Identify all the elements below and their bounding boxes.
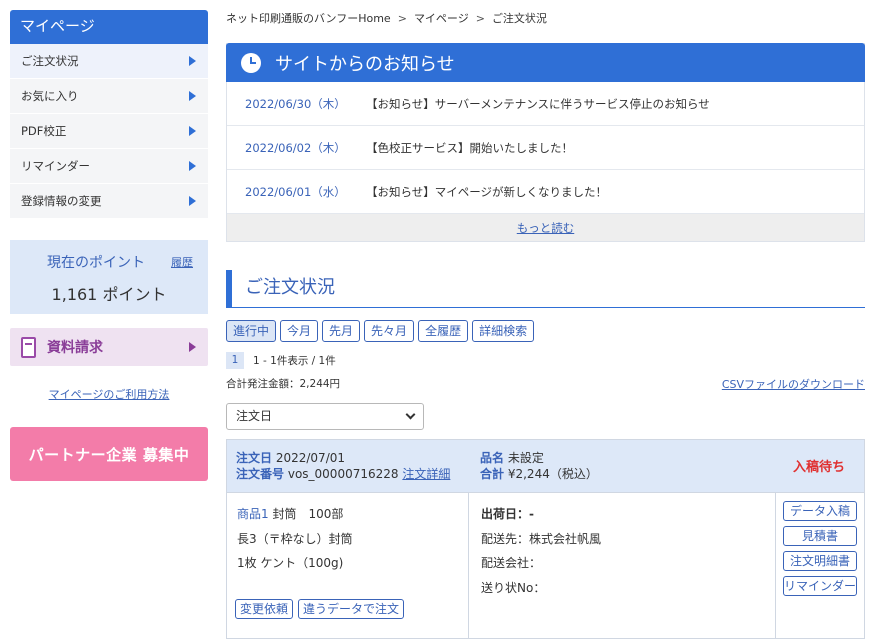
news-item[interactable]: 2022/06/01（水） 【お知らせ】マイページが新しくなりました！ (227, 170, 864, 214)
document-icon (21, 336, 36, 358)
order-number-label: 注文番号 (236, 467, 285, 481)
document-request-button[interactable]: 資料請求 (10, 328, 208, 366)
sidebar-item-label: PDF校正 (21, 124, 67, 138)
points-panel: 現在のポイント 履歴 1,161 ポイント (10, 240, 208, 314)
sort-select-value: 注文日 (236, 409, 273, 423)
filter-in-progress[interactable]: 進行中 (226, 320, 277, 342)
filter-this-month[interactable]: 今月 (280, 320, 319, 342)
order-sum-label: 合計 (480, 467, 505, 481)
filter-last-month[interactable]: 先月 (322, 320, 361, 342)
news-more-link[interactable]: もっと読む (227, 214, 864, 241)
tracking-number: 送り状No： (481, 580, 546, 595)
partner-recruit-banner[interactable]: パートナー企業 募集中 (10, 427, 208, 481)
change-request-button[interactable]: 変更依頼 (235, 599, 294, 619)
order-sum: ¥2,244（税込） (507, 467, 598, 481)
order-item-details: 商品1 封筒 100部 長3（〒枠なし）封筒 1枚 ケント（100g) 変更依頼… (227, 493, 469, 638)
sidebar-item-label: ご注文状況 (21, 54, 79, 68)
order-total-amount: 合計発注金額：2,244円 (226, 378, 341, 390)
news-text: 【お知らせ】サーバーメンテナンスに伴うサービス停止のお知らせ (366, 96, 710, 111)
news-header: サイトからのお知らせ (226, 43, 865, 82)
item-line-3: 1枚 ケント（100g) (237, 556, 344, 570)
order-actions: データ入稿 見積書 注文明細書 リマインダー (776, 493, 864, 638)
breadcrumb: ネット印刷通販のバンフーHome > マイページ > ご注文状況 (226, 10, 547, 26)
breadcrumb-separator: > (475, 12, 485, 25)
news-item[interactable]: 2022/06/30（木） 【お知らせ】サーバーメンテナンスに伴うサービス停止の… (227, 82, 864, 126)
breadcrumb-current: ご注文状況 (491, 12, 547, 25)
shipping-details: 出荷日：- 配送先：株式会社帆風 配送会社： 送り状No： (469, 493, 776, 638)
breadcrumb-mypage-link[interactable]: マイページ (414, 12, 469, 25)
document-request-label: 資料請求 (47, 340, 103, 356)
ship-date: 出荷日：- (481, 507, 534, 521)
filter-advanced-search[interactable]: 詳細検索 (472, 320, 535, 342)
sidebar-item-pdf-proof[interactable]: PDF校正 (10, 114, 208, 149)
clock-icon (241, 52, 261, 73)
breadcrumb-separator: > (397, 12, 407, 25)
chevron-down-icon (405, 409, 416, 420)
sidebar-item-label: リマインダー (21, 159, 90, 173)
sidebar-item-label: 登録情報の変更 (21, 194, 102, 208)
order-date: 2022/07/01 (275, 451, 346, 465)
points-value: 1,161 ポイント (51, 285, 167, 304)
order-body: 商品1 封筒 100部 長3（〒枠なし）封筒 1枚 ケント（100g) 変更依頼… (227, 493, 864, 638)
order-card: 注文日 2022/07/01 注文番号 vos_00000716228 注文詳細… (226, 439, 865, 639)
carrier: 配送会社： (481, 556, 542, 570)
product-name-label: 品名 (480, 451, 505, 465)
news-date: 2022/06/30（木） (245, 96, 346, 111)
product-name: 未設定 (507, 451, 544, 465)
order-status-heading: ご注文状況 (226, 270, 865, 308)
chevron-right-icon (189, 161, 196, 171)
sidebar-item-reminder[interactable]: リマインダー (10, 149, 208, 184)
news-item[interactable]: 2022/06/02（木） 【色校正サービス】開始いたしました！ (227, 126, 864, 170)
pagination: 1 1 - 1件表示 / 1件 (226, 352, 336, 369)
page-info: 1 - 1件表示 / 1件 (253, 355, 336, 367)
news-title: サイトからのお知らせ (275, 53, 455, 75)
points-history-link[interactable]: 履歴 (171, 254, 193, 270)
chevron-right-icon (189, 91, 196, 101)
order-status-badge: 入稿待ち (792, 460, 845, 475)
order-date-label: 注文日 (236, 451, 273, 465)
sidebar-item-favorites[interactable]: お気に入り (10, 79, 208, 114)
news-panel: サイトからのお知らせ 2022/06/30（木） 【お知らせ】サーバーメンテナン… (226, 43, 865, 242)
item-line-1: 封筒 100部 (272, 507, 344, 521)
news-date: 2022/06/02（木） (245, 140, 346, 155)
ship-to: 配送先：株式会社帆風 (481, 531, 602, 546)
order-filter-tabs: 進行中 今月 先月 先々月 全履歴 詳細検索 (226, 320, 535, 342)
page-number[interactable]: 1 (226, 352, 244, 369)
order-header: 注文日 2022/07/01 注文番号 vos_00000716228 注文詳細… (227, 440, 864, 493)
item-line-2: 長3（〒枠なし）封筒 (237, 531, 353, 546)
sidebar-item-order-status[interactable]: ご注文状況 (10, 44, 208, 79)
reminder-button[interactable]: リマインダー (783, 576, 857, 596)
sidebar-item-account-settings[interactable]: 登録情報の変更 (10, 184, 208, 219)
filter-all-history[interactable]: 全履歴 (418, 320, 469, 342)
reorder-different-data-button[interactable]: 違うデータで注文 (298, 599, 405, 619)
order-number: vos_00000716228 (287, 467, 399, 481)
item-label: 商品1 (237, 507, 269, 521)
sort-select[interactable]: 注文日 (226, 403, 424, 430)
filter-two-months-ago[interactable]: 先々月 (364, 320, 415, 342)
mypage-howto-link[interactable]: マイページのご利用方法 (10, 386, 208, 402)
order-detail-link[interactable]: 注文詳細 (402, 467, 450, 481)
breadcrumb-home-link[interactable]: ネット印刷通販のバンフーHome (226, 12, 391, 25)
news-date: 2022/06/01（水） (245, 184, 346, 199)
order-statement-button[interactable]: 注文明細書 (783, 551, 857, 571)
chevron-right-icon (189, 126, 196, 136)
sidebar-item-label: お気に入り (21, 89, 79, 103)
points-label: 現在のポイント (47, 255, 145, 271)
sidebar: マイページ ご注文状況 お気に入り PDF校正 リマインダー 登録情報の変更 現… (10, 10, 208, 481)
chevron-right-icon (189, 56, 196, 66)
data-upload-button[interactable]: データ入稿 (783, 501, 857, 521)
news-text: 【お知らせ】マイページが新しくなりました！ (366, 184, 608, 199)
mypage-title: マイページ (10, 10, 208, 44)
quote-button[interactable]: 見積書 (783, 526, 857, 546)
chevron-right-icon (189, 196, 196, 206)
csv-download-link[interactable]: CSVファイルのダウンロード (722, 376, 865, 392)
news-text: 【色校正サービス】開始いたしました！ (366, 140, 573, 155)
chevron-right-icon (189, 342, 196, 352)
